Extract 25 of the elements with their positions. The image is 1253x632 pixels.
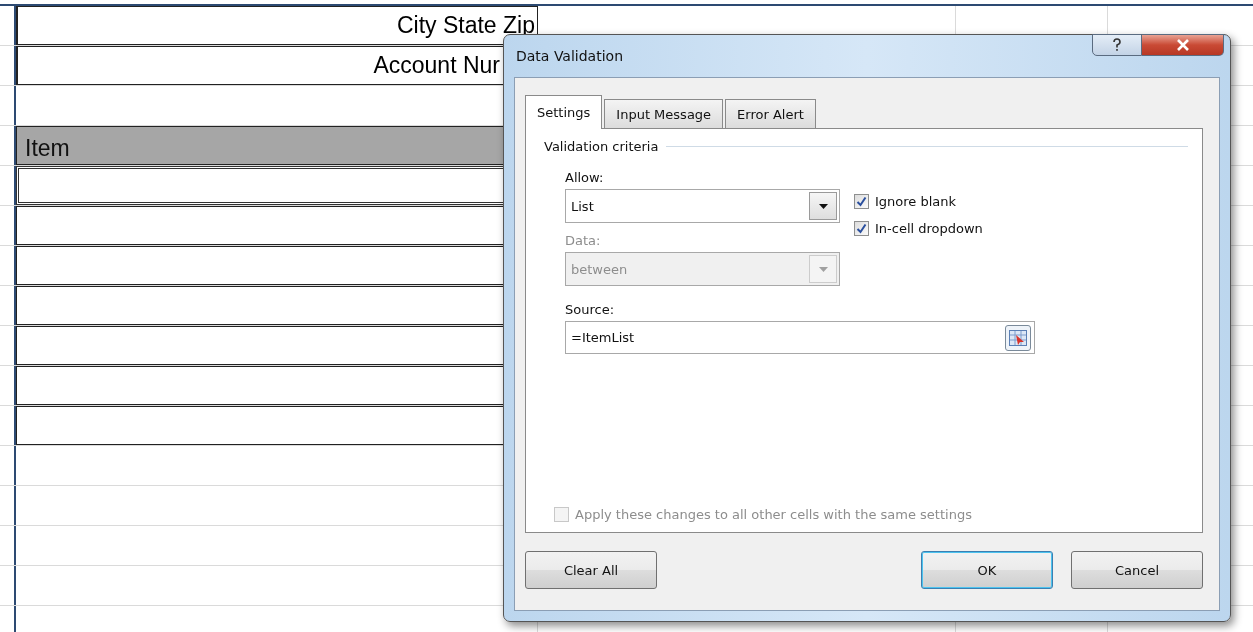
dropdown-arrow-icon — [818, 266, 828, 272]
checkbox-label: Ignore blank — [875, 194, 957, 209]
window-title: Data Validation — [516, 48, 623, 64]
checkbox[interactable] — [854, 194, 869, 209]
dialog-button[interactable]: Clear All — [525, 551, 657, 589]
field-label: Data: — [565, 233, 602, 248]
checkbox[interactable] — [854, 221, 869, 236]
dialog-button[interactable]: OK — [921, 551, 1053, 589]
tab[interactable]: Input Message — [604, 99, 724, 128]
field-label: Allow: — [565, 170, 605, 185]
field-label: Source: — [565, 302, 616, 317]
allow-dropdown[interactable]: List — [565, 189, 840, 223]
source-field[interactable]: =ItemList — [565, 321, 1035, 354]
help-button[interactable] — [1092, 34, 1142, 56]
checkbox-label: Apply these changes to all other cells with the same settings — [575, 507, 972, 522]
checkbox-label: In-cell dropdown — [875, 221, 983, 236]
dropdown-arrow-icon — [818, 203, 828, 209]
section-title: Validation criteria — [544, 139, 659, 154]
question-mark-icon — [1112, 38, 1122, 52]
dialog-button[interactable]: Cancel — [1071, 551, 1203, 589]
tab[interactable]: Settings — [525, 95, 603, 129]
tab[interactable]: Error Alert — [725, 99, 816, 128]
close-icon — [1175, 39, 1190, 51]
close-button[interactable] — [1142, 34, 1224, 56]
range-select-icon[interactable] — [1005, 324, 1031, 351]
